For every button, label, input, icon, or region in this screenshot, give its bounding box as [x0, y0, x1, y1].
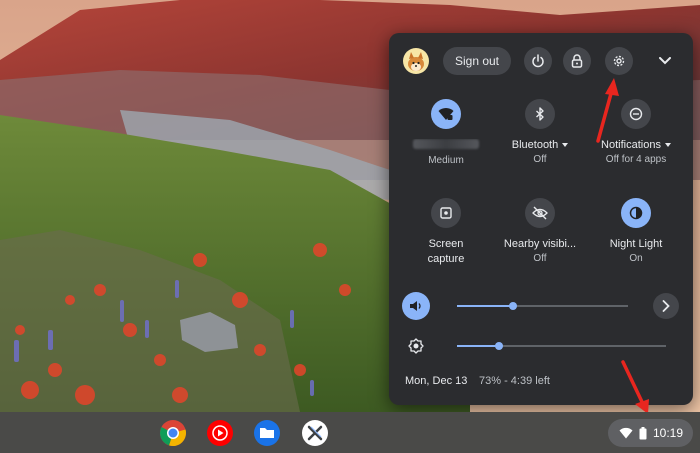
- nearby-visibility-status: Off: [533, 253, 547, 264]
- date-label[interactable]: Mon, Dec 13: [405, 375, 467, 387]
- shelf-app-chrome[interactable]: [159, 419, 187, 447]
- tile-screen-capture[interactable]: Screen capture: [398, 198, 494, 266]
- chrome-icon: [160, 420, 186, 447]
- tile-notifications[interactable]: Notifications Off for 4 apps: [588, 99, 684, 166]
- tile-nearby-visibility[interactable]: Nearby visibi... Off: [492, 198, 588, 265]
- brightness-slider-fill: [457, 345, 499, 347]
- volume-slider-fill: [457, 305, 514, 307]
- volume-icon: [410, 301, 421, 311]
- shelf-app-youtube-music[interactable]: [206, 419, 234, 447]
- audio-settings-button[interactable]: [653, 293, 679, 319]
- settings-button[interactable]: [605, 47, 633, 75]
- tile-bluetooth[interactable]: Bluetooth Off: [492, 99, 588, 166]
- power-icon: [532, 54, 544, 68]
- tile-night-light-toggle[interactable]: [621, 198, 651, 228]
- brightness-slider[interactable]: [457, 342, 666, 350]
- gear-icon: [613, 55, 625, 67]
- sign-out-button[interactable]: Sign out: [443, 47, 511, 75]
- wifi-icon: [438, 108, 454, 120]
- bluetooth-icon: [536, 107, 544, 121]
- dog-avatar-icon: [408, 52, 424, 71]
- user-avatar[interactable]: [403, 48, 429, 74]
- wifi-network-name-redacted: [398, 139, 494, 153]
- files-icon: [254, 420, 280, 446]
- night-light-label: Night Light: [609, 238, 663, 250]
- tile-nearby-toggle[interactable]: [525, 198, 555, 228]
- bluetooth-status: Off: [533, 154, 547, 165]
- night-light-icon: [629, 206, 643, 220]
- collapse-button[interactable]: [655, 51, 675, 71]
- app-icon: [302, 420, 328, 446]
- brightness-slider-thumb[interactable]: [494, 342, 503, 350]
- wifi-icon: [619, 427, 633, 439]
- screen-capture-icon: [440, 207, 452, 219]
- status-tray[interactable]: 10:19: [608, 419, 693, 447]
- shelf: [0, 412, 700, 453]
- power-button[interactable]: [524, 47, 552, 75]
- chevron-right-icon: [662, 300, 670, 312]
- chevron-down-icon: [659, 57, 671, 65]
- volume-mute-button[interactable]: [402, 292, 430, 320]
- brightness-button[interactable]: [402, 332, 430, 360]
- tile-notifications-toggle[interactable]: [621, 99, 651, 129]
- tile-wifi[interactable]: Medium: [398, 99, 494, 167]
- nearby-visibility-label: Nearby visibi...: [503, 238, 577, 250]
- volume-slider[interactable]: [457, 302, 628, 310]
- shelf-app-files[interactable]: [253, 419, 281, 447]
- night-light-status: On: [629, 253, 643, 264]
- shelf-app-other[interactable]: [301, 419, 329, 447]
- screen-capture-label: Screen: [428, 238, 464, 250]
- bluetooth-label[interactable]: Bluetooth: [492, 139, 588, 152]
- notifications-status: Off for 4 apps: [605, 154, 667, 165]
- screen-capture-label-line2: capture: [427, 253, 465, 265]
- clock: 10:19: [653, 426, 684, 440]
- battery-icon: [639, 426, 647, 439]
- youtube-music-icon: [207, 420, 233, 446]
- brightness-icon: [408, 338, 424, 354]
- visibility-off-icon: [532, 206, 548, 220]
- lock-button[interactable]: [563, 47, 591, 75]
- caret-icon: [664, 143, 671, 148]
- do-not-disturb-icon: [629, 107, 643, 121]
- caret-icon: [562, 143, 569, 148]
- wifi-status: Medium: [428, 155, 464, 166]
- tile-bluetooth-toggle[interactable]: [525, 99, 555, 129]
- quick-settings-panel: Sign out Medium Bluetooth Off Notificati…: [389, 33, 693, 405]
- notifications-label[interactable]: Notifications: [588, 139, 684, 152]
- battery-status[interactable]: 73% - 4:39 left: [479, 375, 550, 387]
- lock-icon: [571, 54, 583, 68]
- tile-wifi-toggle[interactable]: [431, 99, 461, 129]
- tile-night-light[interactable]: Night Light On: [588, 198, 684, 265]
- tile-screen-capture-toggle[interactable]: [431, 198, 461, 228]
- volume-slider-thumb[interactable]: [509, 302, 518, 310]
